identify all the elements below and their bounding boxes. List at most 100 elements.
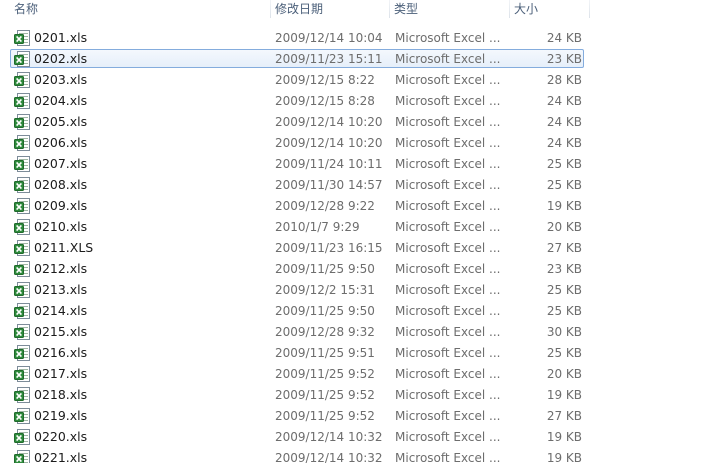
file-size: 27 KB	[546, 241, 582, 255]
file-type: Microsoft Excel ...	[395, 346, 501, 360]
file-row[interactable]: 0202.xls 2009/11/23 15:11 Microsoft Exce…	[0, 49, 709, 70]
file-name: 0208.xls	[34, 177, 88, 192]
excel-file-icon	[14, 198, 30, 214]
file-size: 25 KB	[546, 304, 582, 318]
excel-file-icon	[14, 387, 30, 403]
file-size: 19 KB	[546, 199, 582, 213]
file-size: 24 KB	[546, 136, 582, 150]
file-date-modified: 2009/12/2 15:31	[275, 283, 375, 297]
file-row[interactable]: 0213.xls 2009/12/2 15:31 Microsoft Excel…	[0, 280, 709, 301]
file-name: 0219.xls	[34, 408, 88, 423]
file-size: 19 KB	[546, 388, 582, 402]
file-name: 0217.xls	[34, 366, 88, 381]
excel-file-icon	[14, 366, 30, 382]
file-row[interactable]: 0201.xls 2009/12/14 10:04 Microsoft Exce…	[0, 28, 709, 49]
column-header-date-modified[interactable]: 修改日期	[271, 0, 388, 20]
column-header: 名称 修改日期 类型 大小	[0, 0, 709, 20]
file-type: Microsoft Excel ...	[395, 199, 501, 213]
file-name: 0206.xls	[34, 135, 88, 150]
file-size: 19 KB	[546, 430, 582, 444]
file-date-modified: 2009/11/25 9:52	[275, 367, 375, 381]
column-header-name[interactable]: 名称	[10, 0, 269, 20]
excel-file-icon	[14, 135, 30, 151]
file-name: 0209.xls	[34, 198, 88, 213]
excel-file-icon	[14, 114, 30, 130]
file-row[interactable]: 0212.xls 2009/11/25 9:50 Microsoft Excel…	[0, 259, 709, 280]
file-list: 0201.xls 2009/12/14 10:04 Microsoft Exce…	[0, 28, 709, 463]
file-date-modified: 2009/11/25 9:51	[275, 346, 375, 360]
file-date-modified: 2009/11/23 16:15	[275, 241, 383, 255]
excel-file-icon	[14, 177, 30, 193]
file-date-modified: 2009/12/15 8:22	[275, 73, 375, 87]
file-row[interactable]: 0211.XLS 2009/11/23 16:15 Microsoft Exce…	[0, 238, 709, 259]
file-type: Microsoft Excel ...	[395, 94, 501, 108]
file-type: Microsoft Excel ...	[395, 409, 501, 423]
file-row[interactable]: 0219.xls 2009/11/25 9:52 Microsoft Excel…	[0, 406, 709, 427]
file-type: Microsoft Excel ...	[395, 241, 501, 255]
file-size: 20 KB	[546, 220, 582, 234]
file-date-modified: 2009/12/14 10:32	[275, 451, 383, 463]
file-row[interactable]: 0206.xls 2009/12/14 10:20 Microsoft Exce…	[0, 133, 709, 154]
file-name: 0216.xls	[34, 345, 88, 360]
file-name: 0204.xls	[34, 93, 88, 108]
excel-file-icon	[14, 324, 30, 340]
excel-file-icon	[14, 408, 30, 424]
file-row[interactable]: 0214.xls 2009/11/25 9:50 Microsoft Excel…	[0, 301, 709, 322]
file-name: 0214.xls	[34, 303, 88, 318]
file-type: Microsoft Excel ...	[395, 31, 501, 45]
file-row[interactable]: 0220.xls 2009/12/14 10:32 Microsoft Exce…	[0, 427, 709, 448]
column-header-size[interactable]: 大小	[510, 0, 588, 20]
file-row[interactable]: 0208.xls 2009/11/30 14:57 Microsoft Exce…	[0, 175, 709, 196]
file-size: 24 KB	[546, 115, 582, 129]
file-date-modified: 2009/11/25 9:52	[275, 409, 375, 423]
file-type: Microsoft Excel ...	[395, 157, 501, 171]
file-row[interactable]: 0218.xls 2009/11/25 9:52 Microsoft Excel…	[0, 385, 709, 406]
file-size: 23 KB	[546, 262, 582, 276]
file-type: Microsoft Excel ...	[395, 325, 501, 339]
file-date-modified: 2009/11/24 10:11	[275, 157, 383, 171]
file-row[interactable]: 0203.xls 2009/12/15 8:22 Microsoft Excel…	[0, 70, 709, 91]
file-type: Microsoft Excel ...	[395, 262, 501, 276]
excel-file-icon	[14, 282, 30, 298]
file-row[interactable]: 0207.xls 2009/11/24 10:11 Microsoft Exce…	[0, 154, 709, 175]
file-row[interactable]: 0210.xls 2010/1/7 9:29 Microsoft Excel .…	[0, 217, 709, 238]
file-name: 0212.xls	[34, 261, 88, 276]
file-name: 0203.xls	[34, 72, 88, 87]
file-name: 0205.xls	[34, 114, 88, 129]
file-name: 0211.XLS	[34, 240, 94, 255]
excel-file-icon	[14, 261, 30, 277]
file-name: 0221.xls	[34, 450, 88, 463]
column-divider[interactable]	[589, 0, 590, 18]
file-name: 0213.xls	[34, 282, 88, 297]
excel-file-icon	[14, 30, 30, 46]
file-name: 0218.xls	[34, 387, 88, 402]
file-row[interactable]: 0216.xls 2009/11/25 9:51 Microsoft Excel…	[0, 343, 709, 364]
file-name: 0207.xls	[34, 156, 88, 171]
file-date-modified: 2009/12/28 9:32	[275, 325, 375, 339]
file-row[interactable]: 0221.xls 2009/12/14 10:32 Microsoft Exce…	[0, 448, 709, 463]
file-size: 24 KB	[546, 31, 582, 45]
file-date-modified: 2009/11/25 9:52	[275, 388, 375, 402]
file-type: Microsoft Excel ...	[395, 283, 501, 297]
file-size: 28 KB	[546, 73, 582, 87]
file-row[interactable]: 0205.xls 2009/12/14 10:20 Microsoft Exce…	[0, 112, 709, 133]
excel-file-icon	[14, 345, 30, 361]
file-name: 0220.xls	[34, 429, 88, 444]
excel-file-icon	[14, 51, 30, 67]
file-name: 0210.xls	[34, 219, 88, 234]
file-size: 30 KB	[546, 325, 582, 339]
file-size: 25 KB	[546, 283, 582, 297]
file-type: Microsoft Excel ...	[395, 388, 501, 402]
file-type: Microsoft Excel ...	[395, 178, 501, 192]
file-name: 0215.xls	[34, 324, 88, 339]
column-header-type[interactable]: 类型	[390, 0, 508, 20]
file-row[interactable]: 0209.xls 2009/12/28 9:22 Microsoft Excel…	[0, 196, 709, 217]
file-date-modified: 2009/12/14 10:20	[275, 136, 383, 150]
file-row[interactable]: 0204.xls 2009/12/15 8:28 Microsoft Excel…	[0, 91, 709, 112]
file-type: Microsoft Excel ...	[395, 304, 501, 318]
file-row[interactable]: 0215.xls 2009/12/28 9:32 Microsoft Excel…	[0, 322, 709, 343]
file-type: Microsoft Excel ...	[395, 115, 501, 129]
excel-file-icon	[14, 93, 30, 109]
excel-file-icon	[14, 72, 30, 88]
file-row[interactable]: 0217.xls 2009/11/25 9:52 Microsoft Excel…	[0, 364, 709, 385]
